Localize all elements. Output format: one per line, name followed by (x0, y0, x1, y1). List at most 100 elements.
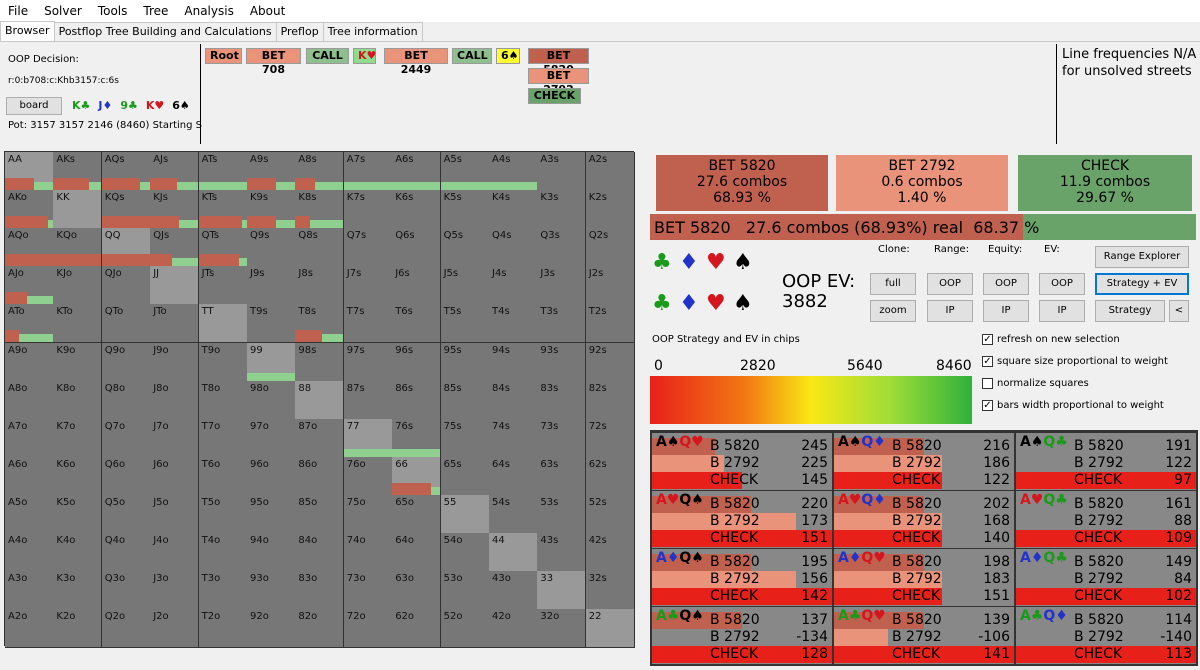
hand-cell[interactable]: 66 (392, 456, 442, 496)
hand-cell[interactable]: K7o (53, 418, 103, 458)
hand-cell[interactable]: T2o (198, 609, 248, 649)
hand-cell[interactable]: J3o (150, 571, 200, 611)
hand-cell[interactable]: KTo (53, 304, 103, 344)
hand-cell[interactable]: 43s (537, 533, 587, 572)
hand-cell[interactable]: K6s (392, 190, 442, 230)
option-0[interactable]: ✓ refresh on new selection (982, 334, 1120, 345)
tree-node-k-[interactable]: K♥ (353, 48, 376, 64)
hand-cell[interactable]: AQs (101, 152, 151, 191)
hand-cell[interactable]: T9s (247, 304, 296, 344)
tree-node-bet-2449[interactable]: BET 2449 (384, 48, 448, 76)
hand-cell[interactable]: KK (53, 190, 103, 230)
hand-cell[interactable]: 77 (343, 418, 393, 458)
hand-cell[interactable]: 65s (440, 456, 490, 496)
hand-cell[interactable]: 92o (247, 609, 296, 649)
hand-cell[interactable]: 44 (489, 533, 538, 572)
hand-cell[interactable]: T8o (198, 380, 248, 420)
menu-about[interactable]: About (242, 0, 293, 22)
menu-tools[interactable]: Tools (90, 0, 136, 22)
hand-cell[interactable]: 64o (392, 533, 442, 572)
combo-cell[interactable]: B 5820 149 B 2792 84 CHECK 102 A♦Q♣ (1016, 549, 1196, 606)
hand-cell[interactable]: 98s (295, 342, 345, 382)
board-button[interactable]: board (6, 97, 62, 115)
hand-cell[interactable]: AKs (53, 152, 103, 191)
hand-cell[interactable]: 94s (489, 342, 538, 382)
hand-cell[interactable]: T9o (198, 342, 248, 382)
diamond-icon[interactable]: ♦ (679, 252, 699, 274)
combo-cell[interactable]: B 5820 114 B 2792 -140 CHECK 113 A♣Q♦ (1016, 607, 1196, 664)
hand-cell[interactable]: J5o (150, 494, 200, 534)
hand-cell[interactable]: Q4o (101, 533, 151, 572)
hand-cell[interactable]: K8s (295, 190, 345, 230)
tree-node-bet-2792[interactable]: BET 2792 (528, 68, 589, 96)
hand-cell[interactable]: T4o (198, 533, 248, 572)
hand-cell[interactable]: Q7o (101, 418, 151, 458)
clone-zoom-button[interactable]: zoom (870, 300, 916, 322)
tree-node-bet-5820[interactable]: BET 5820 (528, 48, 589, 76)
hand-cell[interactable]: Q9s (247, 228, 296, 268)
hand-cell[interactable]: 83s (537, 380, 587, 420)
hand-cell[interactable]: 86s (392, 380, 442, 420)
hand-cell[interactable]: K4o (53, 533, 103, 572)
combo-cell[interactable]: B 5820 245 B 2792 225 CHECK 145 A♠Q♥ (652, 433, 832, 490)
menu-analysis[interactable]: Analysis (176, 0, 241, 22)
hand-cell[interactable]: J4o (150, 533, 200, 572)
combo-cell[interactable]: B 5820 161 B 2792 88 CHECK 109 A♥Q♣ (1016, 491, 1196, 548)
hand-cell[interactable]: JJ (150, 266, 200, 306)
collapse-button[interactable]: < (1169, 300, 1189, 322)
hand-cell[interactable]: 98o (247, 380, 296, 420)
hand-cell[interactable]: KQs (101, 190, 151, 230)
hand-cell[interactable]: A3s (537, 152, 587, 191)
hand-cell[interactable]: QQ (101, 228, 151, 268)
hand-cell[interactable]: Q9o (101, 342, 151, 382)
tree-node-call[interactable]: CALL (452, 48, 492, 64)
tab-browser[interactable]: Browser (0, 21, 55, 41)
hand-cell[interactable]: AJo (5, 266, 54, 306)
hand-cell[interactable]: KJs (150, 190, 200, 230)
hand-cell[interactable]: 74s (489, 418, 538, 458)
hand-cell[interactable]: T5s (440, 304, 490, 344)
strategy-ev-button[interactable]: Strategy + EV (1095, 273, 1189, 295)
hand-cell[interactable]: 85o (295, 494, 345, 534)
hand-cell[interactable]: T3o (198, 571, 248, 611)
hand-cell[interactable]: Q6s (392, 228, 442, 268)
hand-cell[interactable]: T3s (537, 304, 587, 344)
hand-cell[interactable]: KTs (198, 190, 248, 230)
hand-cell[interactable]: K4s (489, 190, 538, 230)
hand-cell[interactable]: Q8s (295, 228, 345, 268)
hand-cell[interactable]: 84s (489, 380, 538, 420)
hand-cell[interactable]: A7o (5, 418, 54, 458)
hand-cell[interactable]: 43o (489, 571, 538, 611)
hand-cell[interactable]: TT (198, 304, 248, 344)
menu-file[interactable]: File (0, 0, 36, 22)
hand-cell[interactable]: 82o (295, 609, 345, 649)
hand-cell[interactable]: 99 (247, 342, 296, 382)
hand-cell[interactable]: 88 (295, 380, 345, 420)
hand-cell[interactable]: QJs (150, 228, 200, 268)
hand-cell[interactable]: T6s (392, 304, 442, 344)
hand-cell[interactable]: J8o (150, 380, 200, 420)
hand-cell[interactable]: Q7s (343, 228, 393, 268)
hand-cell[interactable]: 96s (392, 342, 442, 382)
hand-cell[interactable]: ATs (198, 152, 248, 191)
hand-cell[interactable]: Q5o (101, 494, 151, 534)
range-oop-button[interactable]: OOP (927, 273, 973, 295)
hand-cell[interactable]: J6o (150, 456, 200, 496)
hand-cell[interactable]: T7s (343, 304, 393, 344)
hand-cell[interactable]: T5o (198, 494, 248, 534)
hand-cell[interactable]: A3o (5, 571, 54, 611)
hand-cell[interactable]: 42s (585, 533, 635, 572)
hand-cell[interactable]: A9o (5, 342, 54, 382)
hand-cell[interactable]: Q4s (489, 228, 538, 268)
hand-cell[interactable]: 93s (537, 342, 587, 382)
hand-cell[interactable]: A6o (5, 456, 54, 496)
hand-cell[interactable]: A6s (392, 152, 442, 191)
hand-cell[interactable]: 97s (343, 342, 393, 382)
hand-cell[interactable]: 53s (537, 494, 587, 534)
tree-node-bet-708[interactable]: BET 708 (246, 48, 301, 76)
tree-node-check[interactable]: CHECK (528, 88, 581, 104)
hand-cell[interactable]: 95o (247, 494, 296, 534)
range-explorer-button[interactable]: Range Explorer (1095, 246, 1189, 268)
tab-preflop[interactable]: Preflop (275, 22, 324, 41)
hand-cell[interactable]: 94o (247, 533, 296, 572)
